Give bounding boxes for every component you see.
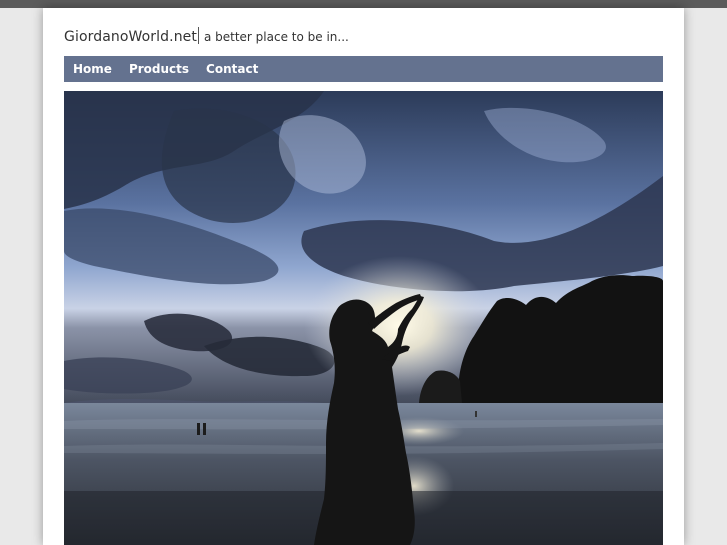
- main-nav: Home Products Contact: [64, 56, 663, 82]
- hero-image: [64, 91, 663, 545]
- header-divider: [197, 27, 199, 44]
- site-header: GiordanoWorld.net a better place to be i…: [64, 24, 349, 45]
- nav-item-home[interactable]: Home: [73, 62, 112, 76]
- nav-item-contact[interactable]: Contact: [206, 62, 258, 76]
- site-tagline: a better place to be in...: [203, 30, 349, 44]
- page-container: GiordanoWorld.net a better place to be i…: [43, 8, 684, 545]
- nav-item-products[interactable]: Products: [129, 62, 189, 76]
- beach-sunset-photo: [64, 91, 663, 545]
- browser-top-bar: [0, 0, 727, 8]
- site-name[interactable]: GiordanoWorld.net: [64, 29, 197, 45]
